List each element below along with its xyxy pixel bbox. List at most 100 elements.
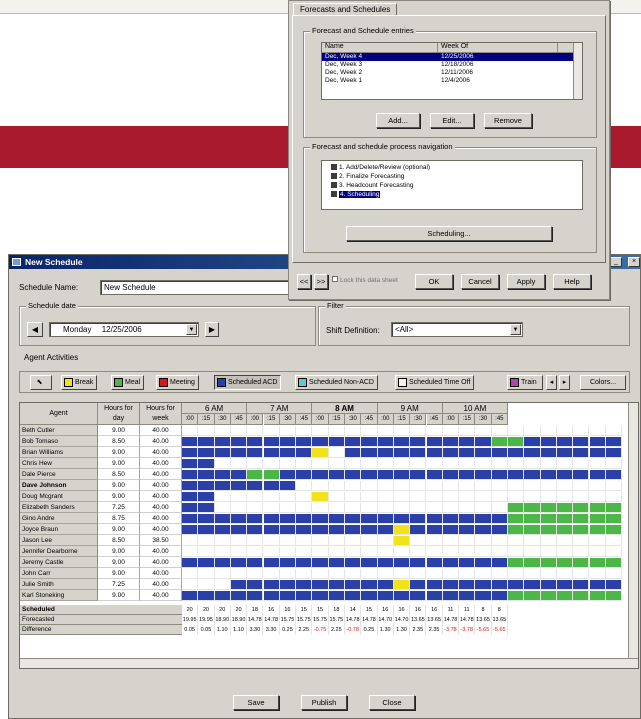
schedule-slot[interactable] [426, 491, 443, 502]
schedule-slot[interactable] [459, 425, 476, 436]
schedule-slot[interactable] [491, 546, 508, 557]
edit-button[interactable]: Edit... [430, 113, 474, 128]
schedule-slot[interactable] [361, 557, 378, 568]
schedule-slot[interactable] [508, 436, 525, 447]
schedule-slot[interactable] [393, 568, 411, 579]
schedule-slot[interactable] [393, 491, 411, 502]
grid-horizontal-scrollbar[interactable] [20, 658, 638, 668]
schedule-slot[interactable] [540, 590, 557, 601]
schedule-slot[interactable] [524, 535, 541, 546]
schedule-slot[interactable] [214, 469, 231, 480]
schedule-slot[interactable] [491, 469, 508, 480]
schedule-slot[interactable] [198, 502, 215, 513]
agent-name[interactable]: Jason Lee [20, 535, 98, 546]
schedule-slot[interactable] [426, 568, 443, 579]
schedule-slot[interactable] [556, 590, 574, 601]
schedule-slot[interactable] [182, 579, 199, 590]
schedule-slot[interactable] [247, 579, 264, 590]
schedule-slot[interactable] [312, 458, 329, 469]
schedule-slot[interactable] [442, 546, 460, 557]
schedule-slot[interactable] [345, 546, 362, 557]
schedule-slot[interactable] [442, 436, 460, 447]
schedule-slot[interactable] [263, 436, 280, 447]
schedule-slot[interactable] [328, 436, 345, 447]
schedule-slot[interactable] [540, 436, 557, 447]
schedule-slot[interactable] [247, 447, 264, 458]
schedule-slot[interactable] [361, 491, 378, 502]
schedule-slot[interactable] [182, 491, 199, 502]
schedule-slot[interactable] [328, 590, 345, 601]
schedule-slot[interactable] [540, 557, 557, 568]
schedule-slot[interactable] [524, 524, 541, 535]
break-slot[interactable] [312, 447, 329, 458]
schedule-slot[interactable] [410, 480, 427, 491]
schedule-slot[interactable] [589, 579, 606, 590]
schedule-slot[interactable] [214, 513, 231, 524]
schedule-slot[interactable] [491, 557, 508, 568]
schedule-slot[interactable] [459, 436, 476, 447]
schedule-slot[interactable] [393, 458, 411, 469]
schedule-slot[interactable] [377, 458, 394, 469]
schedule-slot[interactable] [459, 502, 476, 513]
schedule-slot[interactable] [361, 568, 378, 579]
schedule-slot[interactable] [296, 480, 313, 491]
schedule-slot[interactable] [230, 480, 248, 491]
schedule-slot[interactable] [296, 535, 313, 546]
schedule-slot[interactable] [377, 491, 394, 502]
schedule-slot[interactable] [328, 524, 345, 535]
schedule-slot[interactable] [328, 447, 345, 458]
schedule-slot[interactable] [475, 568, 492, 579]
schedule-slot[interactable] [214, 425, 231, 436]
schedule-slot[interactable] [247, 480, 264, 491]
shift-definition-select[interactable]: <All> ▼ [391, 322, 523, 337]
schedule-slot[interactable] [508, 590, 525, 601]
schedule-slot[interactable] [361, 535, 378, 546]
entry-row[interactable]: Dec, Week 2 12/11/2006 [322, 69, 582, 77]
schedule-slot[interactable] [442, 557, 460, 568]
schedule-slot[interactable] [573, 590, 590, 601]
schedule-slot[interactable] [328, 480, 345, 491]
schedule-slot[interactable] [410, 557, 427, 568]
schedule-slot[interactable] [524, 491, 541, 502]
schedule-slot[interactable] [247, 436, 264, 447]
schedule-slot[interactable] [605, 524, 623, 535]
agent-name[interactable]: Jennifer Dearborne [20, 546, 98, 557]
agent-name[interactable]: Gino Andre [20, 513, 98, 524]
schedule-slot[interactable] [230, 524, 248, 535]
schedule-slot[interactable] [442, 568, 460, 579]
schedule-slot[interactable] [508, 557, 525, 568]
schedule-slot[interactable] [198, 579, 215, 590]
schedule-slot[interactable] [214, 579, 231, 590]
schedule-slot[interactable] [508, 513, 525, 524]
schedule-slot[interactable] [296, 524, 313, 535]
agent-name[interactable]: John Carr [20, 568, 98, 579]
schedule-slot[interactable] [459, 469, 476, 480]
agent-name[interactable]: Dale Pierce [20, 469, 98, 480]
schedule-slot[interactable] [459, 447, 476, 458]
previous-button[interactable]: << [297, 274, 311, 289]
schedule-slot[interactable] [393, 557, 411, 568]
add-button[interactable]: Add... [376, 113, 420, 128]
schedule-slot[interactable] [345, 568, 362, 579]
schedule-slot[interactable] [475, 513, 492, 524]
schedule-slot[interactable] [377, 535, 394, 546]
schedule-slot[interactable] [540, 480, 557, 491]
schedule-slot[interactable] [573, 480, 590, 491]
schedule-slot[interactable] [296, 568, 313, 579]
schedule-slot[interactable] [263, 469, 280, 480]
schedule-slot[interactable] [393, 469, 411, 480]
schedule-slot[interactable] [508, 491, 525, 502]
schedule-slot[interactable] [247, 502, 264, 513]
schedule-slot[interactable] [296, 458, 313, 469]
schedule-slot[interactable] [377, 469, 394, 480]
schedule-slot[interactable] [263, 557, 280, 568]
schedule-slot[interactable] [605, 425, 623, 436]
schedule-slot[interactable] [296, 447, 313, 458]
cancel-button[interactable]: Cancel [461, 274, 499, 289]
schedule-slot[interactable] [426, 458, 443, 469]
schedule-slot[interactable] [556, 480, 574, 491]
schedule-slot[interactable] [491, 590, 508, 601]
schedule-slot[interactable] [393, 447, 411, 458]
schedule-slot[interactable] [426, 447, 443, 458]
schedule-slot[interactable] [491, 568, 508, 579]
